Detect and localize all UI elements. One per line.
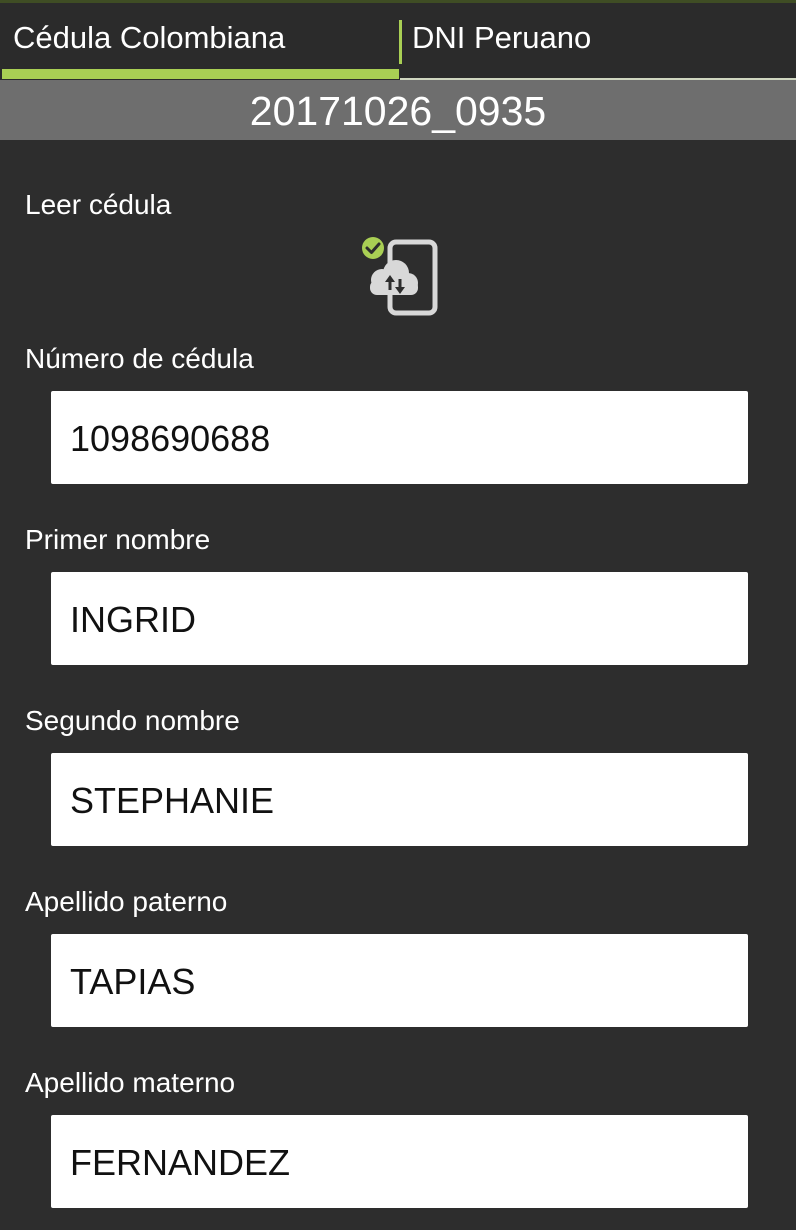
apellido-paterno-label: Apellido paterno [25, 886, 228, 917]
tab-dni-peruano[interactable]: DNI Peruano [400, 3, 796, 80]
primer-nombre-label: Primer nombre [25, 524, 211, 555]
tab-cedula-colombiana[interactable]: Cédula Colombiana [0, 3, 400, 80]
apellido-paterno-field[interactable]: TAPIAS [51, 934, 748, 1027]
session-bar: 20171026_0935 [0, 80, 796, 140]
apellido-materno-field[interactable]: FERNANDEZ [51, 1115, 748, 1208]
tab-cedula-colombiana-label: Cédula Colombiana [13, 20, 286, 55]
app-window: Cédula Colombiana DNI Peruano 20171026_0… [0, 0, 796, 1230]
apellido-materno-label: Apellido materno [25, 1067, 236, 1098]
session-id: 20171026_0935 [249, 88, 547, 134]
tab-selected-indicator [2, 69, 399, 79]
tab-dni-peruano-label: DNI Peruano [412, 20, 592, 55]
numero-cedula-field[interactable]: 1098690688 [51, 391, 748, 484]
numero-cedula-label: Número de cédula [25, 343, 254, 374]
tab-bar: Cédula Colombiana DNI Peruano [0, 3, 796, 80]
read-cedula-label: Leer cédula [25, 189, 172, 220]
check-circle-icon [362, 237, 384, 259]
segundo-nombre-label: Segundo nombre [25, 705, 240, 736]
read-cedula-button[interactable] [360, 235, 442, 317]
segundo-nombre-field[interactable]: STEPHANIE [51, 753, 748, 846]
phone-cloud-sync-icon [362, 237, 438, 316]
primer-nombre-field[interactable]: INGRID [51, 572, 748, 665]
